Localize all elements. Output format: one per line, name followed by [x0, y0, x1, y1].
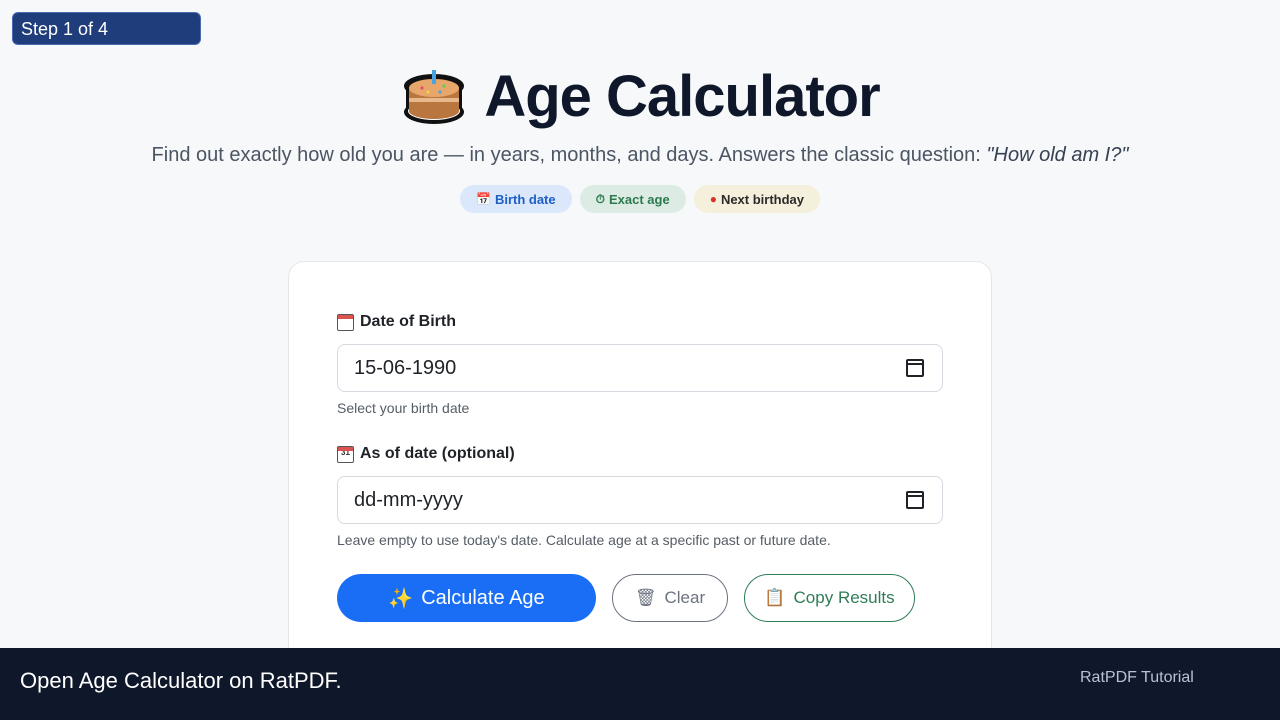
dob-label-text: Date of Birth [360, 313, 456, 330]
badge-exact-age: ⏱ Exact age [579, 185, 686, 213]
badge-next-birthday: ● Next birthday [693, 185, 821, 213]
date-picker-icon[interactable] [906, 491, 924, 509]
date-picker-icon[interactable] [906, 359, 924, 377]
copy-results-button[interactable]: 📋 Copy Results [744, 574, 915, 622]
dob-label: Date of Birth [337, 313, 456, 331]
calendar-icon [337, 313, 354, 331]
page-subtitle: Find out exactly how old you are — in ye… [0, 144, 1280, 167]
dob-hint: Select your birth date [337, 400, 470, 416]
tutorial-footer: Open Age Calculator on RatPDF. RatPDF Tu… [0, 648, 1280, 720]
stopwatch-icon: ⏱ [595, 191, 605, 206]
tutorial-caption: Open Age Calculator on RatPDF. [20, 668, 342, 693]
calculator-card: Date of Birth 15-06-1990 Select your bir… [288, 261, 992, 681]
asof-hint: Leave empty to use today's date. Calcula… [337, 532, 831, 548]
dob-input[interactable]: 15-06-1990 [337, 344, 943, 392]
page-title: Age Calculator [484, 63, 880, 129]
clipboard-icon: 📋 [764, 588, 786, 607]
calculate-label: Calculate Age [421, 586, 545, 609]
hero-header: Age Calculator Find out exactly how old … [0, 60, 1280, 213]
balloon-icon: ● [709, 192, 717, 206]
asof-label-text: As of date (optional) [360, 445, 515, 462]
badge-label: Birth date [494, 191, 556, 207]
badge-birth-date: 📅 Birth date [459, 185, 572, 213]
title-row: Age Calculator [0, 60, 1280, 132]
dob-value: 15-06-1990 [354, 356, 457, 379]
copy-label: Copy Results [793, 588, 895, 607]
badge-label: Next birthday [720, 191, 805, 207]
trash-icon: 🗑 [634, 588, 657, 607]
calculate-age-button[interactable]: ✨ Calculate Age [337, 574, 596, 622]
calendar-31-icon: 31 [337, 445, 354, 463]
asof-label: 31 As of date (optional) [337, 445, 515, 463]
subtitle-text: Find out exactly how old you are — in ye… [151, 144, 987, 166]
feature-badges: 📅 Birth date ⏱ Exact age ● Next birthday [0, 185, 1280, 213]
badge-label: Exact age [608, 191, 670, 207]
asof-input[interactable]: dd-mm-yyyy [337, 476, 943, 524]
cake-icon [400, 62, 468, 130]
sparkles-icon: ✨ [388, 587, 414, 610]
clear-label: Clear [664, 588, 706, 607]
asof-placeholder: dd-mm-yyyy [354, 488, 463, 511]
subtitle-quote: "How old am I?" [986, 144, 1129, 166]
clear-button[interactable]: 🗑 Clear [612, 574, 728, 622]
calendar-icon: 📅 [475, 192, 491, 206]
tutorial-brand: RatPDF Tutorial [1080, 669, 1194, 686]
step-indicator: Step 1 of 4 [12, 12, 201, 45]
